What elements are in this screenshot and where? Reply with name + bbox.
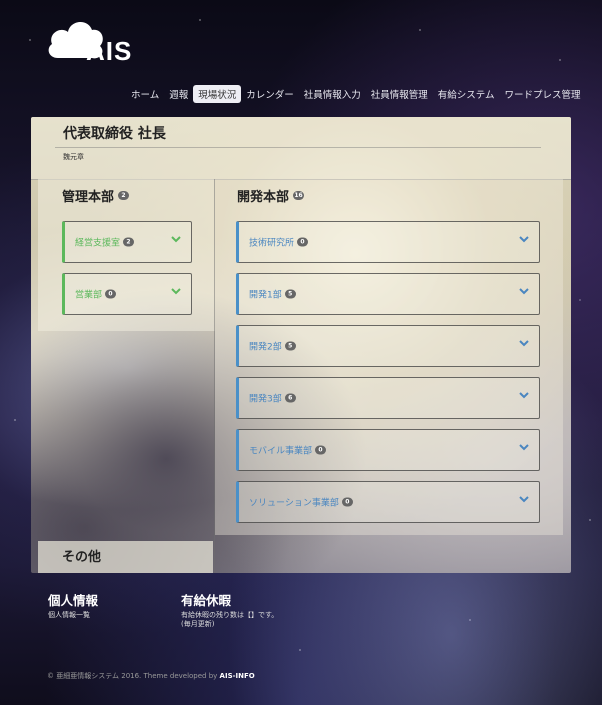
dept-name: 技術研究所 [249, 238, 295, 249]
dev-division-count-badge: 16 [293, 191, 305, 200]
other-section[interactable]: その他 [38, 541, 213, 573]
dept-count-badge: 2 [123, 237, 135, 247]
panel-header: 代表取締役 社長 魏元章 [31, 117, 571, 180]
dept-card-dev-2[interactable]: 開発2部 5 [236, 325, 540, 367]
copyright-brand-link[interactable]: AIS-INFO [220, 672, 255, 680]
org-panel: 代表取締役 社長 魏元章 管理本部 2 経営支援室 2 営業部 0 開発本部 1… [31, 117, 571, 573]
nav-site-status[interactable]: 現場状況 [193, 85, 242, 103]
chevron-down-icon[interactable] [519, 496, 529, 503]
nav-home[interactable]: ホーム [126, 85, 164, 103]
admin-division-title: 管理本部 2 [62, 186, 130, 205]
dept-card-management-support[interactable]: 経営支援室 2 [62, 221, 192, 263]
logo[interactable]: AIS [46, 14, 146, 66]
paid-leave-remaining: 有給休暇の残り数は【】です。 [181, 611, 279, 619]
dept-card-label: 営業部 0 [75, 288, 117, 301]
chevron-down-icon[interactable] [519, 340, 529, 347]
chevron-down-icon[interactable] [519, 288, 529, 295]
dept-name: ソリューション事業部 [249, 498, 339, 509]
admin-division-label: 管理本部 [62, 190, 115, 205]
dept-card-label: 開発2部 5 [249, 340, 296, 353]
other-section-label: その他 [62, 550, 102, 565]
main-nav: ホーム 週報 現場状況 カレンダー 社員情報入力 社員情報管理 有給システム ワ… [126, 85, 586, 103]
dept-count-badge: 5 [284, 341, 296, 351]
dept-count-badge: 0 [341, 497, 353, 507]
dept-card-label: モバイル事業部 0 [249, 444, 327, 457]
dept-card-mobile[interactable]: モバイル事業部 0 [236, 429, 540, 471]
dept-count-badge: 0 [315, 445, 327, 455]
dept-card-label: 経営支援室 2 [75, 236, 135, 249]
dept-name: 経営支援室 [75, 238, 121, 249]
dept-card-sales[interactable]: 営業部 0 [62, 273, 192, 315]
dept-name: 開発2部 [249, 342, 282, 353]
dept-card-label: ソリューション事業部 0 [249, 496, 353, 509]
dept-name: モバイル事業部 [249, 446, 313, 457]
dept-card-label: 開発3部 6 [249, 392, 296, 405]
dev-division-title: 開発本部 16 [237, 186, 305, 205]
dept-count-badge: 6 [284, 393, 296, 403]
dept-card-dev-3[interactable]: 開発3部 6 [236, 377, 540, 419]
paid-leave-title: 有給休暇 [181, 593, 232, 608]
president-name: 魏元章 [63, 153, 84, 161]
nav-calendar[interactable]: カレンダー [241, 85, 299, 103]
dept-card-label: 開発1部 5 [249, 288, 296, 301]
dept-count-badge: 0 [105, 289, 117, 299]
dept-count-badge: 5 [284, 289, 296, 299]
nav-employee-input[interactable]: 社員情報入力 [299, 85, 366, 103]
admin-division-count-badge: 2 [118, 191, 130, 200]
nav-paid-leave[interactable]: 有給システム [433, 85, 500, 103]
chevron-down-icon[interactable] [171, 288, 181, 295]
dept-name: 開発3部 [249, 394, 282, 405]
title-divider [55, 147, 541, 148]
chevron-down-icon[interactable] [519, 236, 529, 243]
nav-weekly-report[interactable]: 週報 [164, 85, 193, 103]
copyright: © 亜細亜情報システム 2016. Theme developed by AIS… [47, 671, 255, 681]
nav-wordpress[interactable]: ワードプレス管理 [500, 85, 586, 103]
logo-letters: AIS [86, 36, 133, 66]
paid-leave-update-note: (毎月更新) [181, 620, 215, 628]
dept-name: 開発1部 [249, 290, 282, 301]
personal-info-link[interactable]: 個人情報一覧 [48, 611, 90, 620]
column-divider [214, 179, 215, 573]
chevron-down-icon[interactable] [519, 444, 529, 451]
copyright-text: © 亜細亜情報システム 2016. Theme developed by [47, 672, 218, 680]
personal-info-title: 個人情報 [48, 593, 99, 608]
dept-card-label: 技術研究所 0 [249, 236, 309, 249]
nav-employee-management[interactable]: 社員情報管理 [366, 85, 433, 103]
chevron-down-icon[interactable] [519, 392, 529, 399]
dev-division-label: 開発本部 [237, 190, 290, 205]
dept-card-dev-1[interactable]: 開発1部 5 [236, 273, 540, 315]
chevron-down-icon[interactable] [171, 236, 181, 243]
dept-count-badge: 0 [297, 237, 309, 247]
dept-card-tech-research[interactable]: 技術研究所 0 [236, 221, 540, 263]
dept-name: 営業部 [75, 290, 103, 301]
page-title: 代表取締役 社長 [63, 126, 166, 142]
dept-card-solution[interactable]: ソリューション事業部 0 [236, 481, 540, 523]
logo-text: AIS [86, 36, 132, 67]
